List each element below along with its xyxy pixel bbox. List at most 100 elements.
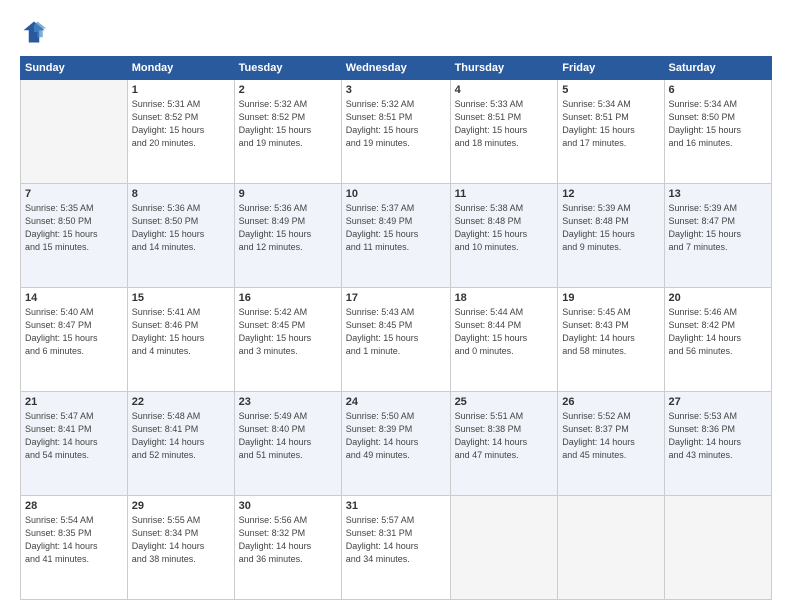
day-info: Sunrise: 5:32 AM Sunset: 8:51 PM Dayligh… — [346, 98, 446, 150]
calendar-day-cell: 7 Sunrise: 5:35 AM Sunset: 8:50 PM Daylig… — [21, 184, 128, 288]
day-number: 5 — [562, 84, 659, 96]
day-number: 31 — [346, 500, 446, 512]
calendar-day-cell: 5 Sunrise: 5:34 AM Sunset: 8:51 PM Daylig… — [558, 80, 664, 184]
calendar-day-cell: 22Sunrise: 5:48 AM Sunset: 8:41 PM Dayli… — [127, 392, 234, 496]
day-number: 25 — [455, 396, 554, 408]
day-number: 23 — [239, 396, 337, 408]
day-number: 18 — [455, 292, 554, 304]
day-number: 21 — [25, 396, 123, 408]
day-info: Sunrise: 5:39 AM Sunset: 8:48 PM Dayligh… — [562, 202, 659, 254]
day-number: 17 — [346, 292, 446, 304]
day-info: Sunrise: 5:37 AM Sunset: 8:49 PM Dayligh… — [346, 202, 446, 254]
day-info: Sunrise: 5:42 AM Sunset: 8:45 PM Dayligh… — [239, 306, 337, 358]
calendar-day-cell: 13 Sunrise: 5:39 AM Sunset: 8:47 PM Dayli… — [664, 184, 771, 288]
day-number: 10 — [346, 188, 446, 200]
calendar-day-cell: 31 Sunrise: 5:57 AM Sunset: 8:31 PM Dayli… — [341, 496, 450, 600]
calendar-day-cell: 19 Sunrise: 5:45 AM Sunset: 8:43 PM Dayli… — [558, 288, 664, 392]
day-number: 27 — [669, 396, 767, 408]
day-info: Sunrise: 5:50 AM Sunset: 8:39 PM Dayligh… — [346, 410, 446, 462]
weekday-header: Sunday — [21, 57, 128, 80]
page: SundayMondayTuesdayWednesdayThursdayFrid… — [0, 0, 792, 612]
day-number: 28 — [25, 500, 123, 512]
day-number: 8 — [132, 188, 230, 200]
day-number: 29 — [132, 500, 230, 512]
calendar-day-cell: 25Sunrise: 5:51 AM Sunset: 8:38 PM Dayli… — [450, 392, 558, 496]
day-number: 24 — [346, 396, 446, 408]
day-info: Sunrise: 5:39 AM Sunset: 8:47 PM Dayligh… — [669, 202, 767, 254]
day-info: Sunrise: 5:41 AM Sunset: 8:46 PM Dayligh… — [132, 306, 230, 358]
header — [20, 18, 772, 46]
day-info: Sunrise: 5:36 AM Sunset: 8:50 PM Dayligh… — [132, 202, 230, 254]
weekday-header: Wednesday — [341, 57, 450, 80]
calendar-day-cell: 2 Sunrise: 5:32 AM Sunset: 8:52 PM Daylig… — [234, 80, 341, 184]
day-info: Sunrise: 5:43 AM Sunset: 8:45 PM Dayligh… — [346, 306, 446, 358]
calendar-day-cell: 23 Sunrise: 5:49 AM Sunset: 8:40 PM Dayli… — [234, 392, 341, 496]
day-number: 4 — [455, 84, 554, 96]
weekday-header: Monday — [127, 57, 234, 80]
day-number: 3 — [346, 84, 446, 96]
day-info: Sunrise: 5:54 AM Sunset: 8:35 PM Dayligh… — [25, 514, 123, 566]
weekday-header: Friday — [558, 57, 664, 80]
day-number: 11 — [455, 188, 554, 200]
calendar-table: SundayMondayTuesdayWednesdayThursdayFrid… — [20, 56, 772, 600]
calendar-day-cell: 28 Sunrise: 5:54 AM Sunset: 8:35 PM Dayli… — [21, 496, 128, 600]
day-number: 7 — [25, 188, 123, 200]
calendar-day-cell: 8 Sunrise: 5:36 AM Sunset: 8:50 PM Daylig… — [127, 184, 234, 288]
day-info: Sunrise: 5:45 AM Sunset: 8:43 PM Dayligh… — [562, 306, 659, 358]
day-number: 15 — [132, 292, 230, 304]
calendar-week-row: 7 Sunrise: 5:35 AM Sunset: 8:50 PM Daylig… — [21, 184, 772, 288]
calendar-day-cell: 14 Sunrise: 5:40 AM Sunset: 8:47 PM Dayli… — [21, 288, 128, 392]
day-info: Sunrise: 5:46 AM Sunset: 8:42 PM Dayligh… — [669, 306, 767, 358]
day-number: 13 — [669, 188, 767, 200]
day-number: 6 — [669, 84, 767, 96]
day-info: Sunrise: 5:34 AM Sunset: 8:50 PM Dayligh… — [669, 98, 767, 150]
calendar-day-cell — [558, 496, 664, 600]
day-info: Sunrise: 5:57 AM Sunset: 8:31 PM Dayligh… — [346, 514, 446, 566]
calendar-day-cell: 29Sunrise: 5:55 AM Sunset: 8:34 PM Dayli… — [127, 496, 234, 600]
day-info: Sunrise: 5:34 AM Sunset: 8:51 PM Dayligh… — [562, 98, 659, 150]
calendar-day-cell: 1 Sunrise: 5:31 AM Sunset: 8:52 PM Daylig… — [127, 80, 234, 184]
day-info: Sunrise: 5:53 AM Sunset: 8:36 PM Dayligh… — [669, 410, 767, 462]
day-info: Sunrise: 5:32 AM Sunset: 8:52 PM Dayligh… — [239, 98, 337, 150]
calendar-day-cell — [450, 496, 558, 600]
calendar-day-cell — [664, 496, 771, 600]
logo — [20, 18, 52, 46]
calendar-day-cell: 26 Sunrise: 5:52 AM Sunset: 8:37 PM Dayli… — [558, 392, 664, 496]
calendar-week-row: 14 Sunrise: 5:40 AM Sunset: 8:47 PM Dayli… — [21, 288, 772, 392]
calendar-day-cell: 27 Sunrise: 5:53 AM Sunset: 8:36 PM Dayli… — [664, 392, 771, 496]
day-number: 26 — [562, 396, 659, 408]
day-number: 20 — [669, 292, 767, 304]
weekday-header: Tuesday — [234, 57, 341, 80]
day-info: Sunrise: 5:49 AM Sunset: 8:40 PM Dayligh… — [239, 410, 337, 462]
day-info: Sunrise: 5:52 AM Sunset: 8:37 PM Dayligh… — [562, 410, 659, 462]
calendar-day-cell — [21, 80, 128, 184]
calendar-day-cell: 21 Sunrise: 5:47 AM Sunset: 8:41 PM Dayli… — [21, 392, 128, 496]
calendar-week-row: 1 Sunrise: 5:31 AM Sunset: 8:52 PM Daylig… — [21, 80, 772, 184]
calendar-day-cell: 10 Sunrise: 5:37 AM Sunset: 8:49 PM Dayli… — [341, 184, 450, 288]
calendar-day-cell: 4Sunrise: 5:33 AM Sunset: 8:51 PM Daylig… — [450, 80, 558, 184]
calendar-day-cell: 11 Sunrise: 5:38 AM Sunset: 8:48 PM Dayli… — [450, 184, 558, 288]
logo-icon — [20, 18, 48, 46]
day-number: 9 — [239, 188, 337, 200]
weekday-header: Saturday — [664, 57, 771, 80]
calendar-day-cell: 6 Sunrise: 5:34 AM Sunset: 8:50 PM Daylig… — [664, 80, 771, 184]
day-info: Sunrise: 5:31 AM Sunset: 8:52 PM Dayligh… — [132, 98, 230, 150]
calendar-day-cell: 18Sunrise: 5:44 AM Sunset: 8:44 PM Dayli… — [450, 288, 558, 392]
day-number: 12 — [562, 188, 659, 200]
day-info: Sunrise: 5:47 AM Sunset: 8:41 PM Dayligh… — [25, 410, 123, 462]
day-info: Sunrise: 5:48 AM Sunset: 8:41 PM Dayligh… — [132, 410, 230, 462]
calendar-header-row: SundayMondayTuesdayWednesdayThursdayFrid… — [21, 57, 772, 80]
day-number: 19 — [562, 292, 659, 304]
calendar-day-cell: 16Sunrise: 5:42 AM Sunset: 8:45 PM Dayli… — [234, 288, 341, 392]
calendar-day-cell: 9Sunrise: 5:36 AM Sunset: 8:49 PM Daylig… — [234, 184, 341, 288]
day-info: Sunrise: 5:35 AM Sunset: 8:50 PM Dayligh… — [25, 202, 123, 254]
day-info: Sunrise: 5:38 AM Sunset: 8:48 PM Dayligh… — [455, 202, 554, 254]
day-number: 14 — [25, 292, 123, 304]
day-info: Sunrise: 5:40 AM Sunset: 8:47 PM Dayligh… — [25, 306, 123, 358]
day-number: 2 — [239, 84, 337, 96]
calendar-day-cell: 17 Sunrise: 5:43 AM Sunset: 8:45 PM Dayli… — [341, 288, 450, 392]
calendar-day-cell: 3 Sunrise: 5:32 AM Sunset: 8:51 PM Daylig… — [341, 80, 450, 184]
day-number: 1 — [132, 84, 230, 96]
day-info: Sunrise: 5:56 AM Sunset: 8:32 PM Dayligh… — [239, 514, 337, 566]
weekday-header: Thursday — [450, 57, 558, 80]
